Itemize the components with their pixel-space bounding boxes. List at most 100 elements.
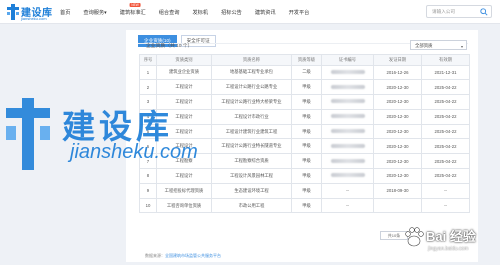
- qualification-name: 工程设计公路行业公路专业: [211, 79, 292, 96]
- valid-until: 2025-04-22: [421, 94, 470, 110]
- table-row: 2 工程设计 工程设计公路行业公路专业 甲级 2020-12-30 2025-04-22: [139, 79, 470, 96]
- qualification-category: 工程咨询单位资质: [156, 197, 212, 214]
- search-placeholder: 请输入公司: [432, 9, 455, 14]
- row-number: 9: [139, 182, 157, 199]
- nav-item-standards[interactable]: NEW 建筑标准汇: [120, 2, 146, 16]
- qualification-level: 甲级: [291, 138, 322, 155]
- section-title: 企业资质（共 10 个）: [146, 44, 193, 49]
- certificate-number: [321, 168, 374, 184]
- qualification-filter-select[interactable]: 全部资质 ▾: [410, 40, 467, 50]
- issue-date: 2020-12-30: [373, 79, 422, 96]
- valid-until: 2025-04-22: [421, 153, 470, 170]
- paw-icon: [405, 227, 424, 247]
- issue-date: 2020-12-30: [373, 138, 422, 155]
- filter-value: 全部资质: [415, 43, 433, 48]
- data-source: 数据来源：全国建筑市场监管公共服务平台: [145, 253, 221, 259]
- certificate-number: [321, 79, 374, 96]
- nav-item-news[interactable]: 建筑资讯: [255, 9, 276, 16]
- column-header: 证书编号: [321, 54, 374, 66]
- table-row: 1 建筑业企业资质 地基基础工程专业承包 二级 2016-12-26 2021-12-31: [139, 64, 470, 81]
- qualification-level: 甲级: [291, 182, 322, 199]
- search-box[interactable]: 请输入公司: [426, 5, 492, 18]
- valid-until: --: [421, 182, 470, 199]
- table-row: 10 工程咨询单位资质 市政公用工程 甲级 -- --: [139, 197, 470, 214]
- valid-until: 2025-04-22: [421, 138, 470, 155]
- redacted-value: [330, 158, 365, 163]
- qualification-level: 二级: [291, 64, 322, 81]
- table-row: 8 工程设计 工程设计风景园林工程 甲级 2020-12-30 2025-04-22: [139, 168, 470, 184]
- valid-until: 2025-04-22: [421, 123, 470, 140]
- valid-until: 2021-12-31: [421, 64, 470, 81]
- nav-item-combined-query[interactable]: 组合查询: [159, 9, 180, 16]
- column-header: 序号: [139, 54, 157, 66]
- baidu-url: jingyan.baidu.com: [428, 246, 469, 252]
- baidu-title: Bai 经验: [426, 229, 476, 244]
- column-header: 有效期: [421, 54, 470, 66]
- column-header: 资质名称: [211, 54, 292, 66]
- nav-item-bidding-machine[interactable]: 发标机: [192, 9, 208, 16]
- qualification-category: 工程设计: [156, 79, 212, 96]
- certificate-number: [321, 64, 374, 81]
- certificate-number: --: [321, 182, 374, 199]
- certificate-number: --: [321, 197, 374, 214]
- table-header-row: 序号 资质类别 资质名称 资质等级 证书编号 发证日期 有效期: [139, 54, 470, 66]
- qualification-name: 工程设计风景园林工程: [211, 168, 292, 184]
- qualification-level: 甲级: [291, 153, 322, 170]
- qualification-level: 甲级: [291, 94, 322, 110]
- qualification-name: 地基基础工程专业承包: [211, 64, 292, 81]
- valid-until: 2025-04-22: [421, 79, 470, 96]
- issue-date: 2020-12-30: [373, 168, 422, 184]
- column-header: 资质等级: [291, 54, 322, 66]
- qualification-level: 甲级: [291, 108, 322, 125]
- chevron-down-icon: ▾: [460, 44, 463, 49]
- row-number: 8: [139, 168, 157, 184]
- site-logo[interactable]: 建设库 jiansheku.com: [6, 2, 56, 22]
- nav-item-home[interactable]: 首页: [60, 9, 70, 16]
- nav-item-query-service[interactable]: 查询服务▾: [83, 9, 106, 16]
- watermark-logo-icon: [6, 98, 50, 170]
- valid-until: 2025-04-22: [421, 108, 470, 125]
- redacted-value: [330, 173, 365, 178]
- issue-date: 2018-09-30: [373, 182, 422, 199]
- column-header: 资质类别: [156, 54, 212, 66]
- qualification-level: 甲级: [291, 123, 322, 140]
- watermark: 建设库 jiansheku.com: [2, 98, 232, 170]
- logo-url: jiansheku.com: [21, 16, 47, 21]
- issue-date: 2020-12-30: [373, 108, 422, 125]
- redacted-value: [330, 99, 365, 104]
- table-row: 9 工程招投标代理资质 生态建设环境工程 甲级 -- 2018-09-30 --: [139, 182, 470, 199]
- row-number: 10: [139, 197, 157, 214]
- issue-date: 2020-12-30: [373, 123, 422, 140]
- issue-date: 2016-12-26: [373, 64, 422, 81]
- row-number: 1: [139, 64, 157, 81]
- chevron-down-icon: ▾: [104, 9, 107, 16]
- qualification-name: 生态建设环境工程: [211, 182, 292, 199]
- qualification-category: 工程设计: [156, 168, 212, 184]
- search-icon[interactable]: [480, 8, 488, 16]
- new-badge: NEW: [129, 2, 141, 7]
- main-nav: 首页 查询服务▾ NEW 建筑标准汇 组合查询 发标机 招标公告 建筑资讯 开发平…: [60, 0, 322, 24]
- redacted-value: [330, 84, 365, 89]
- source-prefix: 数据来源：: [145, 253, 165, 258]
- top-bar: 建设库 jiansheku.com 首页 查询服务▾ NEW 建筑标准汇 组合查询…: [0, 0, 500, 24]
- row-number: 2: [139, 79, 157, 96]
- nav-item-tender-notice[interactable]: 招标公告: [221, 9, 242, 16]
- baidu-watermark: Bai 经验 jingyan.baidu.com: [402, 222, 496, 260]
- qualification-category: 建筑业企业资质: [156, 64, 212, 81]
- qualification-level: 甲级: [291, 197, 322, 214]
- qualification-category: 工程招投标代理资质: [156, 182, 212, 199]
- certificate-number: [321, 94, 374, 110]
- valid-until: 2025-04-22: [421, 168, 470, 184]
- redacted-value: [330, 129, 365, 134]
- redacted-value: [330, 114, 365, 119]
- redacted-value: [330, 143, 365, 148]
- nav-item-dev-platform[interactable]: 开发平台: [289, 9, 310, 16]
- column-header: 发证日期: [373, 54, 422, 66]
- logo-icon: [7, 4, 19, 20]
- qualification-level: 甲级: [291, 79, 322, 96]
- issue-date: 2020-12-30: [373, 153, 422, 170]
- watermark-url: jiansheku.com: [70, 141, 198, 163]
- certificate-number: [321, 138, 374, 155]
- certificate-number: [321, 123, 374, 140]
- source-link[interactable]: 全国建筑市场监管公共服务平台: [165, 253, 221, 258]
